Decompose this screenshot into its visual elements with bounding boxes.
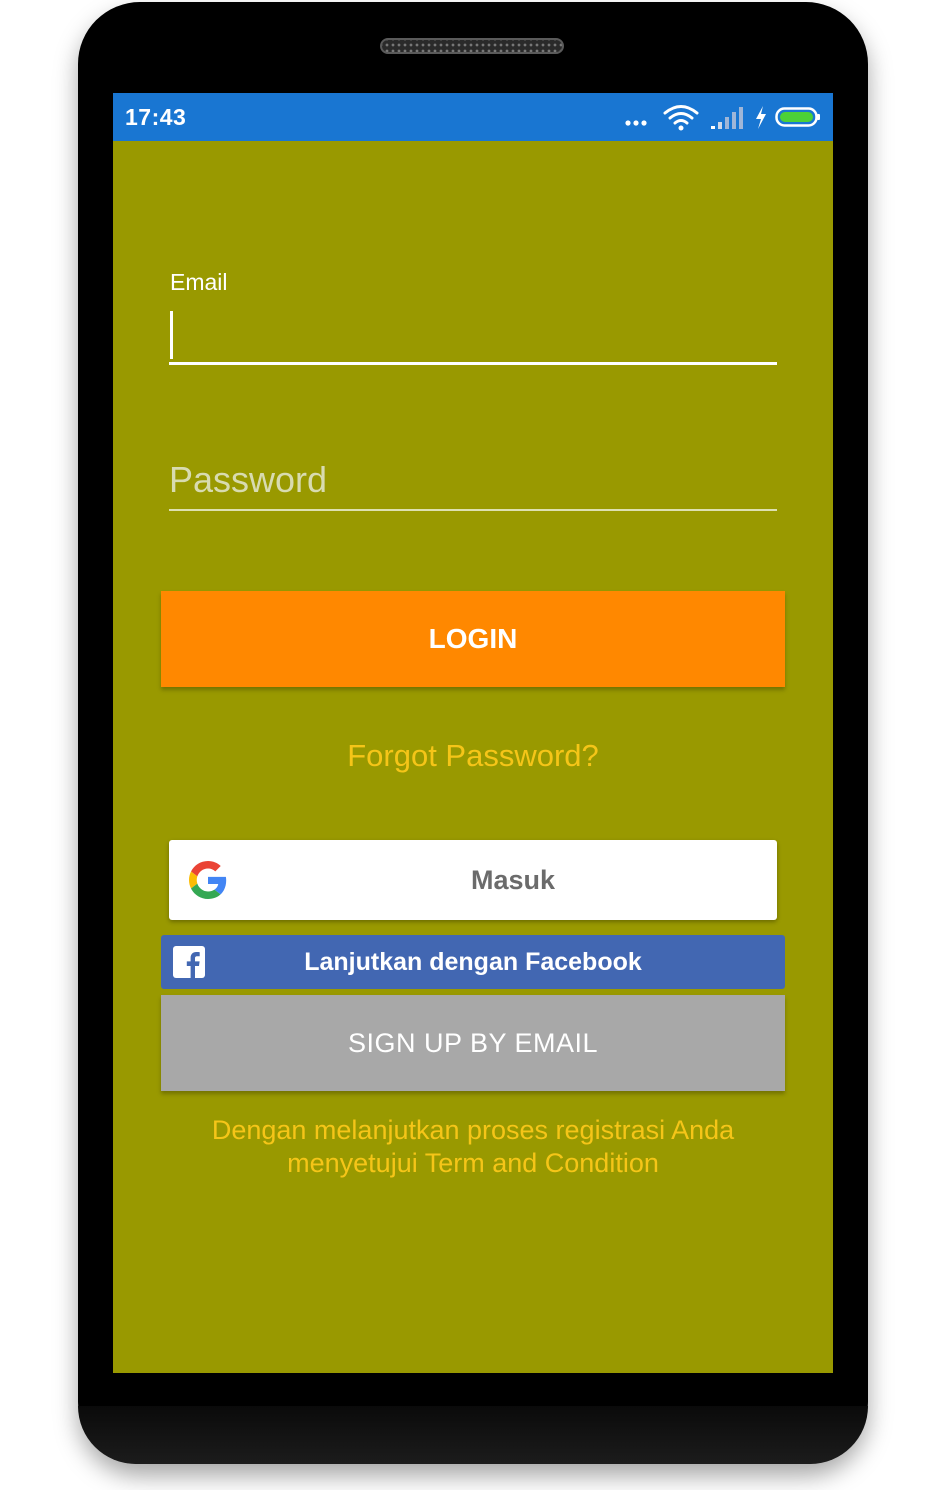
login-button[interactable]: LOGIN [161,591,785,687]
more-dots-icon [625,120,647,126]
signal-icon [711,107,743,129]
forgot-password-link[interactable]: Forgot Password? [113,738,833,774]
email-label: Email [170,269,228,295]
terms-text: Dengan melanjutkan proses registrasi And… [153,1114,793,1180]
google-sign-in-button[interactable]: Masuk [169,840,777,920]
status-time: 17:43 [125,104,187,130]
terms-line-1: Dengan melanjutkan proses registrasi And… [211,1115,735,1145]
password-field[interactable]: Password [169,453,777,511]
charging-icon [756,106,766,129]
terms-line-2[interactable]: menyetujui Term and Condition [153,1147,793,1180]
email-field[interactable] [169,305,777,365]
google-button-label: Masuk [470,865,556,895]
password-placeholder: Password [169,459,328,500]
status-icons [625,103,821,131]
facebook-login-button[interactable]: Lanjutkan dengan Facebook [161,935,785,989]
text-cursor [170,311,173,359]
phone-chin [78,1406,868,1464]
battery-icon [775,107,820,127]
status-bar: 17:43 [113,93,833,141]
facebook-button-label: Lanjutkan dengan Facebook [304,948,642,976]
app-screen: 17:43 Email Password LOGIN Forgot Passwo… [113,93,833,1373]
wifi-icon [663,105,699,131]
signup-email-button[interactable]: SIGN UP BY EMAIL [161,995,785,1091]
phone-speaker [380,38,564,54]
